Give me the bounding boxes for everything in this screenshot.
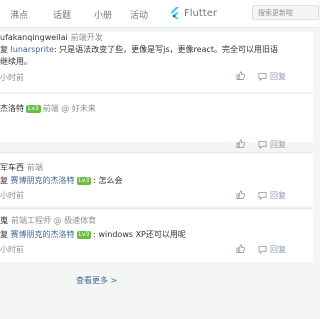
comment-text: : windows XP还可以用呢 [93, 230, 186, 239]
author-title: 前端工程师 @ 极速体育 [11, 216, 97, 225]
comment-text: : 怎么会 [93, 176, 123, 185]
reply-button[interactable]: 回复 [258, 244, 286, 255]
comment-card: ufakanqingweilai 前端开发 复 lunarsprite: 只是语法… [0, 32, 313, 92]
thumb-up-icon [236, 244, 245, 253]
comment-bubble-icon [258, 245, 267, 254]
level-badge: Lv3 [76, 231, 92, 239]
load-more-link[interactable]: 查看更多 > [76, 275, 117, 286]
like-button[interactable] [236, 71, 245, 80]
like-button[interactable] [236, 190, 245, 199]
comment-card: 杰洛特 Lv3 前端 @ 好未来 [0, 94, 313, 142]
reply-label: 回复 [270, 72, 286, 81]
reply-button[interactable]: 回复 [258, 71, 286, 82]
comment-text: : 只是语法改变了些，更像是写js，更像react。完全可以用旧语 [53, 45, 279, 54]
thumb-up-icon [236, 139, 245, 148]
comment-content: 复 赛博朋克的杰洛特 Lv3: windows XP还可以用呢 [0, 229, 186, 240]
author-title: 前端 @ 好未来 [42, 104, 96, 113]
reply-to-user[interactable]: 赛博朋克的杰洛特 [11, 176, 75, 185]
reply-prefix: 复 [0, 176, 8, 185]
search-input[interactable] [252, 5, 319, 20]
reply-button[interactable]: 回复 [258, 190, 286, 201]
comment-bubble-icon [258, 140, 267, 149]
comment-time: 小时前 [0, 73, 24, 82]
reply-to-user[interactable]: 赛博朋克的杰洛特 [11, 230, 75, 239]
comment-bubble-icon [258, 72, 267, 81]
author-title: 前端 [27, 163, 43, 172]
comment-author[interactable]: ufakanqingweilai [0, 33, 68, 42]
thumb-up-icon [236, 71, 245, 80]
comment-header: 嵬前端工程师 @ 极速体育 [0, 215, 96, 226]
comment-author[interactable]: 杰洛特 [0, 104, 24, 113]
flutter-logo-icon [170, 7, 179, 19]
divider [0, 152, 313, 153]
comment-time: 小时前 [0, 245, 24, 254]
reply-label: 回复 [270, 245, 286, 254]
level-badge: Lv3 [26, 105, 41, 113]
comment-content: 复 lunarsprite: 只是语法改变了些，更像是写js，更像react。完… [0, 44, 278, 55]
nav-item-boiling[interactable]: 沸点 [10, 8, 28, 21]
comment-author[interactable]: 军车西 [0, 163, 24, 172]
reply-prefix: 复 [0, 45, 8, 54]
reply-label: 回复 [270, 191, 286, 200]
reply-to-user[interactable]: lunarsprite [11, 45, 54, 54]
author-title: 前端开发 [70, 33, 103, 42]
nav-item-topics[interactable]: 话题 [53, 8, 71, 21]
divider [0, 208, 313, 209]
comment-header: 杰洛特 Lv3 前端 @ 好未来 [0, 103, 96, 114]
level-badge: Lv3 [76, 177, 92, 185]
flutter-label: Flutter [184, 7, 217, 19]
like-button[interactable] [236, 139, 245, 148]
comment-header: 军车西 前端 [0, 162, 43, 173]
comment-content-cont: 继续用。 [0, 56, 32, 67]
thumb-up-icon [236, 190, 245, 199]
nav-item-events[interactable]: 活动 [130, 8, 148, 21]
nav-item-booklets[interactable]: 小册 [94, 8, 112, 21]
comment-bubble-icon [258, 191, 267, 200]
comment-author[interactable]: 嵬 [0, 216, 8, 225]
comment-text-cont: 继续用。 [0, 57, 32, 66]
like-button[interactable] [236, 244, 245, 253]
nav-item-flutter[interactable]: Flutter [170, 6, 217, 20]
comment-time: 小时前 [0, 191, 24, 200]
top-nav: 沸点 话题 小册 活动 Flutter [0, 0, 319, 28]
reply-button[interactable]: 回复 [258, 139, 286, 150]
reply-label: 回复 [270, 140, 286, 149]
comment-header: ufakanqingweilai 前端开发 [0, 32, 103, 43]
reply-prefix: 复 [0, 230, 8, 239]
comment-content: 复 赛博朋克的杰洛特 Lv3: 怎么会 [0, 175, 123, 186]
